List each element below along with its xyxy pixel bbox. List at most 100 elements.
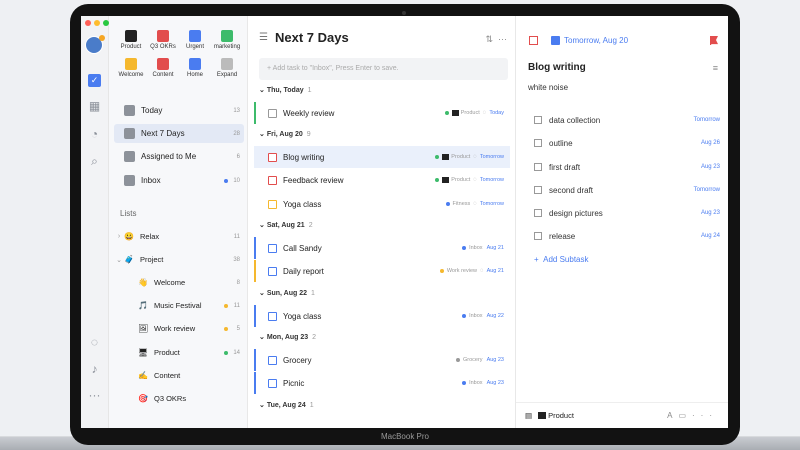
add-task-input[interactable]: + Add task to "Inbox", Press Enter to sa… bbox=[259, 58, 508, 80]
shortcut-q3-okrs[interactable]: Q3 OKRs bbox=[147, 30, 179, 50]
search-icon[interactable]: ⌕ bbox=[88, 155, 101, 168]
section-header[interactable]: ⌄ Fri, Aug 20 9 bbox=[259, 130, 311, 138]
description-icon[interactable]: ≡ bbox=[713, 63, 718, 73]
task-row[interactable]: Yoga class Inbox Aug 22 bbox=[254, 305, 510, 327]
task-checkbox-icon[interactable]: ✓ bbox=[88, 74, 101, 87]
task-title[interactable]: Yoga class bbox=[283, 200, 321, 209]
subtask-title[interactable]: outline bbox=[549, 139, 573, 148]
subtask-title[interactable]: second draft bbox=[549, 186, 593, 195]
close-window-button[interactable] bbox=[85, 20, 91, 26]
task-row[interactable]: Weekly review Product ◌ Today bbox=[254, 102, 510, 124]
subtask-checkbox[interactable] bbox=[534, 116, 542, 124]
task-checkbox[interactable] bbox=[268, 266, 277, 276]
more-icon[interactable]: ··· bbox=[692, 411, 718, 420]
subtask-checkbox[interactable] bbox=[534, 186, 542, 194]
shortcut-welcome[interactable]: Welcome bbox=[115, 58, 147, 78]
section-header[interactable]: ⌄ Thu, Today 1 bbox=[259, 86, 312, 94]
lists-header[interactable]: Lists bbox=[120, 209, 136, 218]
pomodoro-icon[interactable]: ◔ bbox=[88, 128, 101, 141]
task-row[interactable]: Grocery Grocery Aug 23 bbox=[254, 349, 510, 371]
subtask-title[interactable]: first draft bbox=[549, 163, 580, 172]
shortcut-home[interactable]: Home bbox=[179, 58, 211, 78]
task-row[interactable]: Yoga class Fitness ◌ Tomorrow bbox=[254, 193, 510, 215]
list-item-music-festival[interactable]: 🎵 Music Festival 11 bbox=[114, 296, 244, 315]
sidebar-item-inbox[interactable]: Inbox 10 bbox=[114, 171, 244, 190]
subtask-checkbox[interactable] bbox=[534, 232, 542, 240]
sidebar-item-today[interactable]: Today 13 bbox=[114, 101, 244, 120]
shortcut-urgent[interactable]: Urgent bbox=[179, 30, 211, 50]
list-item-work-review[interactable]: 🖼 Work review 5 bbox=[114, 319, 244, 338]
subtask-title[interactable]: design pictures bbox=[549, 209, 603, 218]
subtask-row[interactable]: first draft Aug 23 bbox=[528, 157, 720, 177]
detail-title[interactable]: Blog writing bbox=[528, 62, 586, 73]
subtask-row[interactable]: release Aug 24 bbox=[528, 226, 720, 246]
task-title[interactable]: Weekly review bbox=[283, 109, 334, 118]
minimize-window-button[interactable] bbox=[94, 20, 100, 26]
task-row[interactable]: Feedback review Product ◌ Tomorrow bbox=[254, 169, 510, 191]
section-header[interactable]: ⌄ Mon, Aug 23 2 bbox=[259, 333, 316, 341]
shortcut-marketing[interactable]: marketing bbox=[211, 30, 243, 50]
shortcut-product[interactable]: Product bbox=[115, 30, 147, 50]
task-checkbox[interactable] bbox=[268, 175, 277, 185]
avatar[interactable] bbox=[85, 35, 105, 54]
chevron-icon[interactable]: › bbox=[114, 233, 124, 240]
task-checkbox[interactable] bbox=[268, 243, 277, 253]
subtask-checkbox[interactable] bbox=[534, 163, 542, 171]
task-title[interactable]: Yoga class bbox=[283, 312, 321, 321]
task-checkbox[interactable] bbox=[268, 355, 277, 365]
chevron-icon[interactable]: ⌄ bbox=[114, 256, 124, 264]
more-icon[interactable]: ··· bbox=[88, 389, 101, 402]
priority-flag-icon[interactable] bbox=[710, 36, 718, 45]
subtask-row[interactable]: outline Aug 26 bbox=[528, 133, 720, 153]
task-title[interactable]: Daily report bbox=[283, 267, 324, 276]
subtask-checkbox[interactable] bbox=[534, 209, 542, 217]
subtask-checkbox[interactable] bbox=[534, 139, 542, 147]
list-item-product[interactable]: 🖥 Product 14 bbox=[114, 343, 244, 362]
notification-bell-icon[interactable]: ♪ bbox=[88, 363, 101, 376]
text-format-icon[interactable]: A bbox=[667, 411, 678, 420]
subtask-title[interactable]: data collection bbox=[549, 116, 600, 125]
list-item-project[interactable]: ⌄ 🧳 Project 38 bbox=[114, 250, 244, 269]
list-item-welcome[interactable]: 👋 Welcome 8 bbox=[114, 273, 244, 292]
sort-icon[interactable]: ⇅ bbox=[485, 34, 493, 44]
comment-icon[interactable]: ▭ bbox=[678, 411, 692, 420]
task-checkbox[interactable] bbox=[268, 152, 277, 162]
sidebar-toggle-icon[interactable]: ☰ bbox=[259, 32, 268, 43]
subtask-row[interactable]: design pictures Aug 23 bbox=[528, 203, 720, 223]
task-title[interactable]: Feedback review bbox=[283, 176, 343, 185]
list-item-content[interactable]: ✍ Content bbox=[114, 366, 244, 385]
task-title[interactable]: Blog writing bbox=[283, 153, 324, 162]
list-item-relax[interactable]: › 😀 Relax 11 bbox=[114, 227, 244, 246]
task-row[interactable]: Picnic Inbox Aug 23 bbox=[254, 372, 510, 394]
sync-icon[interactable]: ◌ bbox=[88, 336, 101, 349]
subtask-title[interactable]: release bbox=[549, 232, 575, 241]
task-checkbox[interactable] bbox=[268, 378, 277, 388]
sidebar-item-assigned-to-me[interactable]: Assigned to Me 6 bbox=[114, 147, 244, 166]
more-options-icon[interactable]: ··· bbox=[498, 34, 507, 44]
task-title[interactable]: Grocery bbox=[283, 356, 311, 365]
task-title[interactable]: Picnic bbox=[283, 379, 304, 388]
subtask-row[interactable]: data collection Tomorrow bbox=[528, 110, 720, 130]
sidebar-item-next-7-days[interactable]: Next 7 Days 28 bbox=[114, 124, 244, 143]
list-item-q3-okrs[interactable]: 🎯 Q3 OKRs bbox=[114, 389, 244, 408]
task-checkbox[interactable] bbox=[268, 311, 277, 321]
section-header[interactable]: ⌄ Tue, Aug 24 1 bbox=[259, 401, 314, 409]
shortcut-content[interactable]: Content bbox=[147, 58, 179, 78]
task-checkbox[interactable] bbox=[268, 199, 277, 209]
subtask-row[interactable]: second draft Tomorrow bbox=[528, 180, 720, 200]
detail-due-date[interactable]: Tomorrow, Aug 20 bbox=[564, 36, 628, 45]
list-emoji-icon: 🎵 bbox=[138, 301, 148, 310]
shortcut-expand[interactable]: Expand bbox=[211, 58, 243, 78]
section-header[interactable]: ⌄ Sat, Aug 21 2 bbox=[259, 221, 313, 229]
task-row[interactable]: Blog writing Product ◌ Tomorrow bbox=[254, 146, 510, 168]
task-row[interactable]: Daily report Work review ◌ Aug 21 bbox=[254, 260, 510, 282]
add-subtask-button[interactable]: + Add Subtask bbox=[534, 255, 589, 264]
section-header[interactable]: ⌄ Sun, Aug 22 1 bbox=[259, 289, 315, 297]
task-title[interactable]: Call Sandy bbox=[283, 244, 322, 253]
task-checkbox[interactable] bbox=[268, 108, 277, 118]
detail-note[interactable]: white noise bbox=[528, 83, 568, 92]
detail-project[interactable]: ▤ Product bbox=[525, 411, 574, 420]
detail-checkbox[interactable] bbox=[529, 36, 538, 45]
calendar-icon[interactable]: ▦ bbox=[88, 100, 101, 113]
task-row[interactable]: Call Sandy Inbox Aug 21 bbox=[254, 237, 510, 259]
